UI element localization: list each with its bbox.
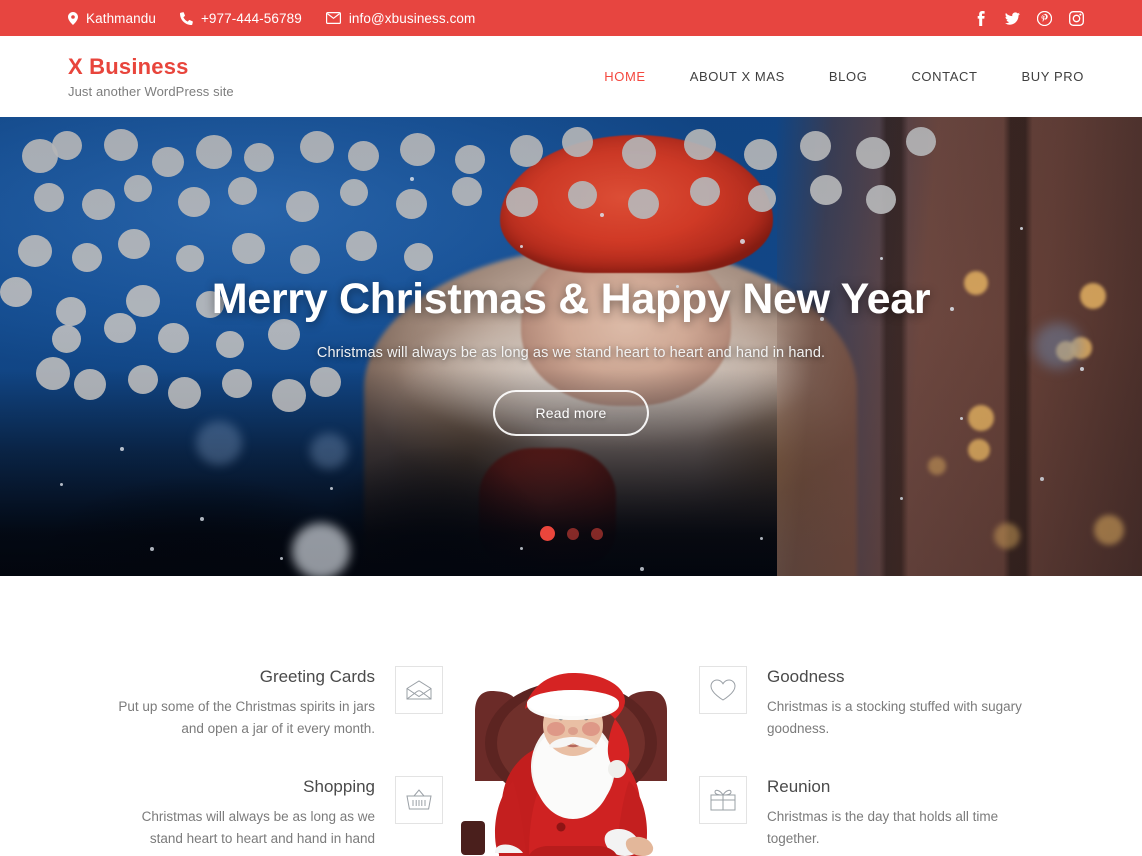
slider-pagination: [0, 526, 1142, 541]
feature-title: Shopping: [303, 776, 375, 796]
location-text: Kathmandu: [86, 10, 156, 26]
email-text: info@xbusiness.com: [348, 10, 476, 26]
contact-phone[interactable]: +977-444-56789: [179, 10, 302, 26]
feature-goodness: Goodness Christmas is a stocking stuffed…: [699, 666, 1074, 740]
santa-in-chair-illustration: [421, 631, 721, 856]
site-branding[interactable]: X Business Just another WordPress site: [68, 54, 234, 98]
feature-text: Reunion Christmas is the day that holds …: [767, 776, 1037, 850]
instagram-icon[interactable]: [1069, 10, 1084, 26]
hero-subtitle: Christmas will always be as long as we s…: [316, 345, 826, 362]
slider-dot-2[interactable]: [566, 527, 579, 540]
envelope-icon: [325, 12, 341, 24]
hero-title: Merry Christmas & Happy New Year: [211, 275, 931, 323]
facebook-icon[interactable]: [973, 10, 988, 26]
read-more-button[interactable]: Read more: [493, 390, 649, 437]
feature-text: Greeting Cards Put up some of the Christ…: [105, 666, 375, 740]
slider-dot-3[interactable]: [590, 527, 603, 540]
feature-description: Christmas will always be as long as we s…: [141, 809, 375, 847]
feature-title: Goodness: [767, 667, 845, 686]
feature-description: Christmas is a stocking stuffed with sug…: [767, 699, 1022, 737]
feature-text: Shopping Christmas will always be as lon…: [105, 776, 375, 850]
twitter-icon[interactable]: [1005, 11, 1020, 26]
features-column-right: Goodness Christmas is a stocking stuffed…: [699, 576, 1074, 856]
slider-dot-1[interactable]: [539, 526, 555, 541]
feature-title: Greeting Cards: [259, 667, 375, 686]
features-column-left: Greeting Cards Put up some of the Christ…: [68, 576, 443, 856]
site-tagline: Just another WordPress site: [68, 83, 234, 99]
feature-description: Put up some of the Christmas spirits in …: [118, 699, 375, 737]
hero-caption: Merry Christmas & Happy New Year Christm…: [0, 117, 1142, 576]
phone-icon: [179, 11, 193, 25]
phone-text: +977-444-56789: [200, 10, 302, 26]
features-section: Greeting Cards Put up some of the Christ…: [0, 576, 1142, 856]
nav-item-about-x-mas[interactable]: ABOUT X MAS: [668, 63, 807, 90]
feature-shopping: Shopping Christmas will always be as lon…: [68, 775, 443, 850]
pinterest-icon[interactable]: [1037, 10, 1052, 26]
primary-navigation: HOME ABOUT X MAS BLOG CONTACT BUY PRO: [582, 63, 1084, 90]
nav-item-blog[interactable]: BLOG: [807, 63, 890, 90]
hero-slider: Merry Christmas & Happy New Year Christm…: [0, 117, 1142, 576]
feature-title: Reunion: [767, 776, 831, 796]
feature-text: Goodness Christmas is a stocking stuffed…: [767, 666, 1037, 740]
nav-item-buy-pro[interactable]: BUY PRO: [1000, 63, 1084, 90]
contact-info-group: Kathmandu +977-444-56789 info@xbusiness.…: [68, 11, 475, 26]
site-title[interactable]: X Business: [68, 54, 234, 80]
social-links-group: [973, 10, 1084, 26]
feature-reunion: Reunion Christmas is the day that holds …: [699, 775, 1074, 850]
map-pin-icon: [68, 11, 78, 25]
nav-item-contact[interactable]: CONTACT: [889, 63, 999, 90]
contact-location: Kathmandu: [68, 11, 156, 26]
site-header: X Business Just another WordPress site H…: [0, 36, 1142, 117]
contact-email[interactable]: info@xbusiness.com: [325, 10, 476, 26]
top-contact-bar: Kathmandu +977-444-56789 info@xbusiness.…: [0, 0, 1142, 36]
feature-description: Christmas is the day that holds all time…: [767, 809, 999, 847]
nav-item-home[interactable]: HOME: [582, 63, 667, 90]
feature-greeting-cards: Greeting Cards Put up some of the Christ…: [68, 666, 443, 740]
